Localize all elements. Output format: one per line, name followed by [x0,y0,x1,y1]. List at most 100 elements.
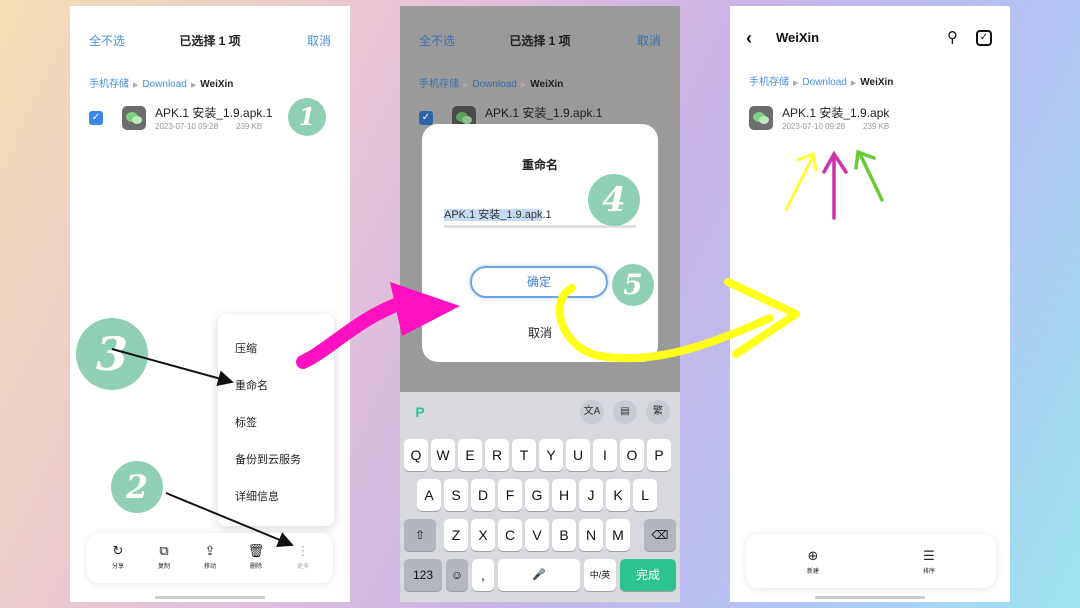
cancel-button[interactable]: 取消 [637,32,661,49]
file-name: APK.1 安装_1.9.apk [782,106,890,120]
done-key[interactable]: 完成 [620,559,676,591]
menu-item-tag[interactable]: 标签 [235,414,257,430]
key-t[interactable]: T [512,439,536,471]
breadcrumb-download[interactable]: Download [472,79,516,90]
dialog-title: 重命名 [521,158,558,172]
delete-button[interactable]: 🗑 删除 [241,543,271,570]
space-key-mic-icon[interactable]: 🎤 [498,559,580,591]
key-k[interactable]: K [606,479,630,511]
backspace-key[interactable]: ⌫ [644,519,676,551]
comma-key[interactable]: , [472,559,494,591]
key-m[interactable]: M [606,519,630,551]
panel-3-result: ‹ WeiXin ⚲ ✓ 手机存储 ▶ Download ▶ WeiXin APK.1 … [730,6,1010,602]
folder-title: WeiXin [776,30,820,45]
action-toolbar: ↻ 分享 ⧉ 复制 ⇪ 移动 🗑 删除 ⋮ 更多 [87,533,333,583]
dialog-cancel-button[interactable]: 取消 [422,324,658,341]
breadcrumb-current: WeiXin [200,79,234,90]
new-button[interactable]: ⊕ 新建 [798,548,828,575]
emoji-key[interactable]: ☺ [446,559,468,591]
key-a[interactable]: A [417,479,441,511]
key-s[interactable]: S [444,479,468,511]
key-n[interactable]: N [579,519,603,551]
key-w[interactable]: W [431,439,455,471]
translate-icon[interactable]: 文A [580,400,604,424]
menu-item-details[interactable]: 详细信息 [235,488,279,504]
menu-item-rename[interactable]: 重命名 [235,377,268,393]
key-d[interactable]: D [471,479,495,511]
file-checkbox[interactable]: ✓ [89,111,103,125]
key-l[interactable]: L [633,479,657,511]
breadcrumb-current: WeiXin [530,79,564,90]
breadcrumb-current: WeiXin [860,77,894,88]
copy-icon: ⧉ [159,543,169,558]
key-z[interactable]: Z [444,519,468,551]
key-q[interactable]: Q [404,439,428,471]
breadcrumb: 手机存储 ▶ Download ▶ WeiXin [89,75,233,90]
key-o[interactable]: O [620,439,644,471]
breadcrumb-download[interactable]: Download [802,77,846,88]
file-row[interactable]: APK.1 安装_1.9.apk 2023-07-10 09:28 239 KB [749,104,1000,136]
shift-key[interactable]: ⇧ [404,519,436,551]
move-button[interactable]: ⇪ 移动 [195,543,225,570]
panel-1-selection: 全不选 已选择 1 项 取消 手机存储 ▶ Download ▶ WeiXin ✓ AP… [70,6,350,602]
breadcrumb-download[interactable]: Download [142,79,186,90]
breadcrumb-root[interactable]: 手机存储 [89,79,129,90]
move-icon: ⇪ [204,543,216,558]
wechat-file-icon [749,106,773,130]
rename-dialog: 重命名 APK.1 安装_1.9.apk.1 确定 取消 [422,124,658,362]
more-button[interactable]: ⋮ 更多 [288,543,318,570]
step-5-badge: 5 [612,264,654,306]
confirm-button[interactable]: 确定 [470,266,608,298]
number-key[interactable]: 123 [404,559,442,591]
key-y[interactable]: Y [539,439,563,471]
keyboard: P 文A ▤ 繁 QWERTYUIOP ASDFGHJKL ZXCVBNM ⇧ … [400,392,680,602]
breadcrumb-root[interactable]: 手机存储 [749,77,789,88]
selection-header: 全不选 已选择 1 项 取消 [400,32,680,52]
key-f[interactable]: F [498,479,522,511]
back-arrow-icon[interactable]: ‹ [746,28,752,48]
traditional-chinese-icon[interactable]: 繁 [646,400,670,424]
key-j[interactable]: J [579,479,603,511]
key-b[interactable]: B [552,519,576,551]
multi-select-icon[interactable]: ✓ [976,30,992,46]
breadcrumb: 手机存储 ▶ Download ▶ WeiXin [419,75,563,90]
menu-item-cloud-backup[interactable]: 备份到云服务 [235,451,301,467]
cancel-button[interactable]: 取消 [307,32,331,49]
key-r[interactable]: R [485,439,509,471]
new-folder-icon: ⊕ [807,548,819,563]
sort-icon: ☰ [923,548,935,563]
copy-button[interactable]: ⧉ 复制 [149,543,179,570]
step-1-badge: 1 [288,98,326,136]
key-u[interactable]: U [566,439,590,471]
breadcrumb: 手机存储 ▶ Download ▶ WeiXin [749,73,893,88]
key-e[interactable]: E [458,439,482,471]
breadcrumb-separator-icon: ▶ [190,82,197,89]
key-p[interactable]: P [647,439,671,471]
more-icon: ⋮ [296,543,310,558]
menu-item-compress[interactable]: 压缩 [235,340,257,356]
key-v[interactable]: V [525,519,549,551]
key-c[interactable]: C [498,519,522,551]
step-2-badge: 2 [111,461,163,513]
file-date: 2023-07-10 09:28 [782,122,846,131]
sort-button[interactable]: ☰ 排序 [914,548,944,575]
step-3-badge: 3 [76,318,148,390]
ime-logo-icon[interactable]: P [408,400,432,424]
clipboard-icon[interactable]: ▤ [613,400,637,424]
file-checkbox[interactable]: ✓ [419,111,433,125]
file-date: 2023-07-10 09:28 [155,122,219,131]
selection-header: 全不选 已选择 1 项 取消 [70,32,350,52]
key-x[interactable]: X [471,519,495,551]
search-icon[interactable]: ⚲ [947,28,958,48]
language-switch-key[interactable]: 中/英 [584,559,616,591]
breadcrumb-separator-icon: ▶ [133,82,139,89]
key-g[interactable]: G [525,479,549,511]
breadcrumb-root[interactable]: 手机存储 [419,79,459,90]
key-i[interactable]: I [593,439,617,471]
key-h[interactable]: H [552,479,576,511]
file-size: 239 KB [863,122,890,131]
share-button[interactable]: ↻ 分享 [103,543,133,570]
home-indicator [155,596,265,599]
panel-2-rename-dialog: 全不选 已选择 1 项 取消 手机存储 ▶ Download ▶ WeiXin ✓ AP… [400,6,680,602]
delete-icon: 🗑 [247,543,265,558]
